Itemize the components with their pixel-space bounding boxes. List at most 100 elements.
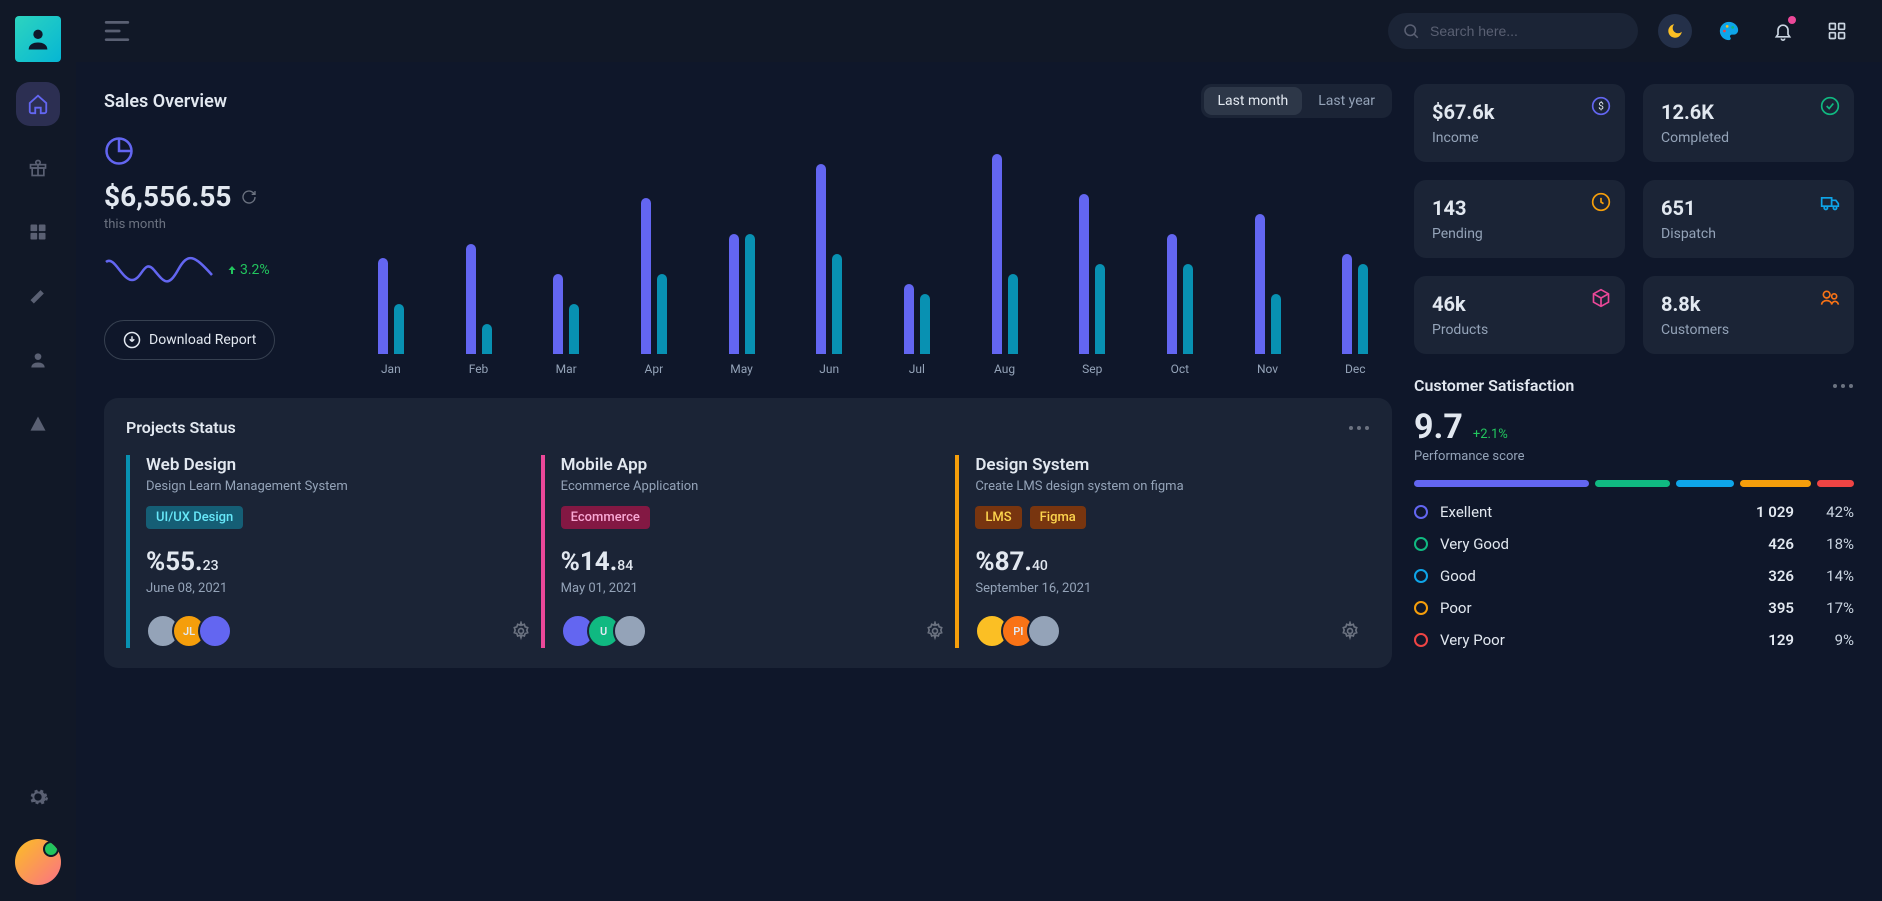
sat-pct: 14%: [1794, 567, 1854, 585]
sat-count: 426: [1724, 535, 1794, 553]
customer-satisfaction: Customer Satisfaction 9.7 +2.1% Performa…: [1414, 376, 1854, 649]
nav-gift[interactable]: [16, 146, 60, 190]
month-label: Dec: [1345, 362, 1366, 376]
kpi-label: Pending: [1432, 226, 1607, 242]
kpi-customers[interactable]: 8.8kCustomers: [1643, 276, 1854, 354]
search-icon: [1402, 22, 1420, 40]
nav-home[interactable]: [16, 82, 60, 126]
project-pct: %55.23: [146, 547, 531, 577]
sales-tabs: Last month Last year: [1201, 84, 1392, 118]
sat-count: 129: [1724, 631, 1794, 649]
brand-avatar[interactable]: [15, 16, 61, 62]
month-label: Apr: [645, 362, 664, 376]
satisfaction-menu[interactable]: [1832, 383, 1854, 389]
project-1[interactable]: Mobile AppEcommerce ApplicationEcommerce…: [541, 455, 946, 648]
avatar: [613, 614, 647, 648]
month-label: Jun: [819, 362, 839, 376]
bar-a: [1167, 234, 1177, 354]
kpi-pending[interactable]: 143Pending: [1414, 180, 1625, 258]
project-2[interactable]: Design SystemCreate LMS design system on…: [955, 455, 1360, 648]
month-label: Nov: [1257, 362, 1278, 376]
sat-pct: 17%: [1794, 599, 1854, 617]
download-icon: [123, 331, 141, 349]
project-settings[interactable]: [1340, 621, 1360, 641]
kpi-value: 46k: [1432, 292, 1607, 316]
pencil-icon: [28, 286, 48, 306]
clock-icon: [1591, 192, 1611, 212]
chart-month-jan: Jan: [354, 154, 428, 376]
chart-month-oct: Oct: [1143, 154, 1217, 376]
download-report-button[interactable]: Download Report: [104, 320, 275, 360]
project-date: May 01, 2021: [561, 581, 946, 596]
menu-toggle[interactable]: [104, 20, 130, 42]
kpi-dispatch[interactable]: 651 Dispatch: [1643, 180, 1854, 258]
sat-name: Poor: [1440, 599, 1724, 617]
kpi-completed[interactable]: 12.6KCompleted: [1643, 84, 1854, 162]
gear-icon: [27, 786, 49, 808]
avatar: [1027, 614, 1061, 648]
nav-shape[interactable]: [16, 402, 60, 446]
search-box[interactable]: [1388, 13, 1638, 49]
kpi-value: 12.6K: [1661, 100, 1836, 124]
sales-amount: $6,556.55: [104, 180, 231, 213]
bar-b: [657, 274, 667, 354]
nav-settings[interactable]: [16, 775, 60, 819]
current-user-avatar[interactable]: [15, 839, 61, 885]
project-settings[interactable]: [511, 621, 531, 641]
satisfaction-title: Customer Satisfaction: [1414, 376, 1574, 395]
sat-row-very-good: Very Good42618%: [1414, 535, 1854, 553]
sat-name: Exellent: [1440, 503, 1724, 521]
tab-last-year[interactable]: Last year: [1304, 87, 1389, 115]
apps-icon: [1827, 21, 1847, 41]
satisfaction-sub: Performance score: [1414, 449, 1854, 464]
sat-name: Good: [1440, 567, 1724, 585]
notifications[interactable]: [1766, 14, 1800, 48]
dot-icon: [1414, 633, 1428, 647]
project-settings[interactable]: [925, 621, 945, 641]
chart-month-jul: Jul: [880, 154, 954, 376]
month-label: Oct: [1171, 362, 1189, 376]
search-input[interactable]: [1430, 23, 1624, 39]
month-label: Sep: [1082, 362, 1102, 376]
tab-last-month[interactable]: Last month: [1204, 87, 1303, 115]
bar-a: [641, 198, 651, 354]
month-label: Jul: [909, 362, 925, 376]
bar-b: [482, 324, 492, 354]
satisfaction-score: 9.7: [1414, 407, 1463, 447]
kpi-label: Dispatch: [1661, 226, 1836, 242]
project-desc: Ecommerce Application: [561, 479, 946, 494]
kpi-products[interactable]: 46kProducts: [1414, 276, 1625, 354]
color-picker[interactable]: [1712, 14, 1746, 48]
nav-grid[interactable]: [16, 210, 60, 254]
sat-count: 326: [1724, 567, 1794, 585]
projects-title: Projects Status: [126, 418, 236, 437]
bar-b: [745, 234, 755, 354]
sat-row-poor: Poor39517%: [1414, 599, 1854, 617]
project-0[interactable]: Web DesignDesign Learn Management System…: [126, 455, 531, 648]
refresh-icon[interactable]: [241, 189, 257, 205]
sat-name: Very Poor: [1440, 631, 1724, 649]
chart-month-apr: Apr: [617, 154, 691, 376]
kpi-grid: $67.6kIncome$12.6KCompleted143Pending651…: [1414, 84, 1854, 354]
dot-icon: [1414, 537, 1428, 551]
side-rail: [0, 0, 76, 901]
apps-menu[interactable]: [1820, 14, 1854, 48]
arrow-up-icon: [226, 264, 238, 276]
hamburger-icon: [104, 20, 130, 42]
project-date: June 08, 2021: [146, 581, 531, 596]
project-tag: Figma: [1030, 506, 1086, 529]
sales-change: 3.2%: [226, 262, 270, 278]
users-icon: [1820, 288, 1840, 308]
theme-toggle[interactable]: [1658, 14, 1692, 48]
dots-icon: [1348, 425, 1370, 431]
chart-month-jun: Jun: [792, 154, 866, 376]
truck-icon: [1820, 192, 1840, 212]
kpi-income[interactable]: $67.6kIncome$: [1414, 84, 1625, 162]
nav-edit[interactable]: [16, 274, 60, 318]
chart-month-may: May: [705, 154, 779, 376]
kpi-value: 651: [1661, 196, 1836, 220]
nav-user[interactable]: [16, 338, 60, 382]
user-icon: [28, 350, 48, 370]
projects-menu[interactable]: [1348, 425, 1370, 431]
sales-bar-chart: JanFebMarAprMayJunJulAugSepOctNovDec: [354, 136, 1392, 376]
